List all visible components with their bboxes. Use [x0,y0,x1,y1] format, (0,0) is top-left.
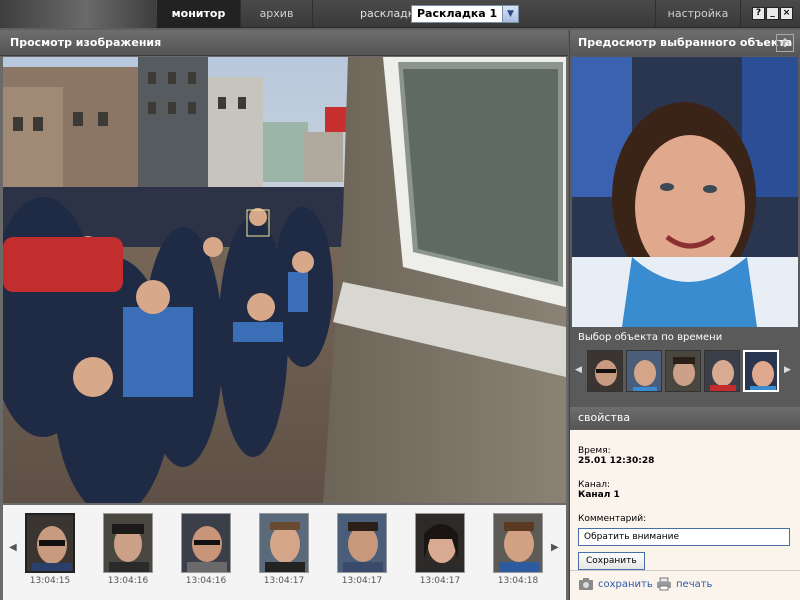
image-view-panel: Просмотр изображения ◀ ▶ 13:04:15 13:04:… [0,30,568,600]
thumbnail-time: 13:04:17 [341,576,383,586]
chevron-left-icon[interactable]: ◀ [575,365,582,375]
print-link[interactable]: печать [676,579,712,590]
camera-frame[interactable] [3,57,566,503]
printer-icon[interactable] [656,577,672,591]
close-button[interactable]: × [780,7,793,20]
selected-object-preview [572,57,798,327]
thumbnail-time: 13:04:17 [263,576,305,586]
channel-label: Канал: [578,480,611,490]
comment-input[interactable] [578,528,790,546]
tab-settings[interactable]: настройка [655,0,741,28]
thumbnail-item[interactable]: 13:04:16 [101,513,155,586]
thumbnail-strip: ◀ ▶ 13:04:15 13:04:16 13:04:16 13:04:17 … [3,505,566,600]
chevron-right-icon[interactable]: ▶ [784,365,791,375]
time-value: 25.01 12:30:28 [578,456,655,466]
layout-select[interactable]: Раскладка 1 ▼ [411,5,519,23]
thumbnail-item[interactable]: 13:04:18 [491,513,545,586]
thumbnail-time: 13:04:16 [107,576,149,586]
expand-icon[interactable]: ✥ [776,34,794,52]
save-button[interactable]: Сохранить [578,552,645,570]
selected-face-image [572,57,798,327]
app-window: монитор архив раскладка Раскладка 1 ▼ на… [0,0,800,600]
face-thumbnail [337,513,387,573]
time-thumbnail[interactable] [665,350,701,392]
tab-monitor[interactable]: монитор [157,0,241,28]
face-thumbnail [493,513,543,573]
face-thumbnail [259,513,309,573]
top-bar: монитор архив раскладка Раскладка 1 ▼ на… [0,0,800,28]
thumbnail-time: 13:04:16 [185,576,227,586]
save-snapshot-link[interactable]: сохранить [598,579,653,590]
thumbnail-item[interactable]: 13:04:17 [413,513,467,586]
street-scene-image [3,57,566,503]
image-view-title: Просмотр изображения [0,30,568,56]
time-label: Время: [578,446,611,456]
time-select-label: Выбор объекта по времени [578,332,723,343]
thumbnail-item[interactable]: 13:04:15 [23,513,77,586]
properties-footer: сохранить печать [570,570,800,600]
chevron-left-icon[interactable]: ◀ [9,542,17,553]
face-thumbnail [415,513,465,573]
chevron-down-icon[interactable]: ▼ [502,6,518,22]
thumbnail-time: 13:04:17 [419,576,461,586]
thumbnail-item[interactable]: 13:04:16 [179,513,233,586]
time-thumbnail[interactable] [626,350,662,392]
comment-label: Комментарий: [578,514,647,524]
face-thumbnail [103,513,153,573]
thumbnail-time: 13:04:18 [497,576,539,586]
time-thumbnail-selected[interactable] [743,350,779,392]
channel-value: Канал 1 [578,490,620,500]
camera-icon[interactable] [578,577,594,591]
time-thumbnail[interactable] [704,350,740,392]
properties-header: свойства [570,407,800,429]
minimize-button[interactable]: _ [766,7,779,20]
preview-header: Предосмотр выбранного объекта ✥ [570,30,800,56]
thumbnail-time: 13:04:15 [29,576,71,586]
thumbnail-item[interactable]: 13:04:17 [335,513,389,586]
tab-archive[interactable]: архив [241,0,313,28]
time-thumbnail[interactable] [587,350,623,392]
face-thumbnail [181,513,231,573]
preview-title: Предосмотр выбранного объекта [578,36,793,49]
layout-select-value: Раскладка 1 [417,7,498,20]
chevron-right-icon[interactable]: ▶ [551,542,559,553]
properties-panel: Время: 25.01 12:30:28 Канал: Канал 1 Ком… [570,430,800,600]
help-button[interactable]: ? [752,7,765,20]
thumbnail-item[interactable]: 13:04:17 [257,513,311,586]
logo [0,0,156,28]
face-thumbnail [25,513,75,573]
object-preview-panel: Предосмотр выбранного объекта ✥ Выбор об… [569,30,800,600]
